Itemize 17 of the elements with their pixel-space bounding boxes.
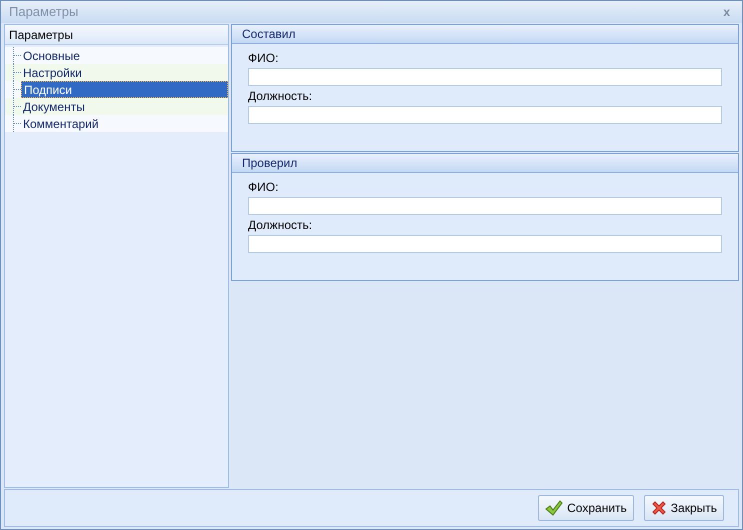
input-field[interactable] — [248, 197, 722, 215]
save-button[interactable]: Сохранить — [538, 495, 634, 521]
tree-item[interactable]: Подписи — [21, 81, 228, 98]
field-label: Должность: — [248, 216, 314, 233]
check-icon — [545, 500, 564, 516]
input-field[interactable] — [248, 106, 722, 124]
group-title: Проверил — [232, 154, 738, 173]
input-field[interactable] — [248, 235, 722, 253]
close-icon — [650, 500, 667, 516]
field-label: ФИО: — [248, 178, 280, 195]
field-label: Должность: — [248, 88, 314, 104]
window-title: Параметры — [9, 3, 78, 22]
group-title: Составил — [232, 25, 738, 44]
input-field[interactable] — [248, 68, 722, 86]
field-label: ФИО: — [248, 50, 280, 66]
tree-header: Параметры — [5, 25, 228, 45]
close-button[interactable]: Закрыть — [644, 495, 724, 521]
